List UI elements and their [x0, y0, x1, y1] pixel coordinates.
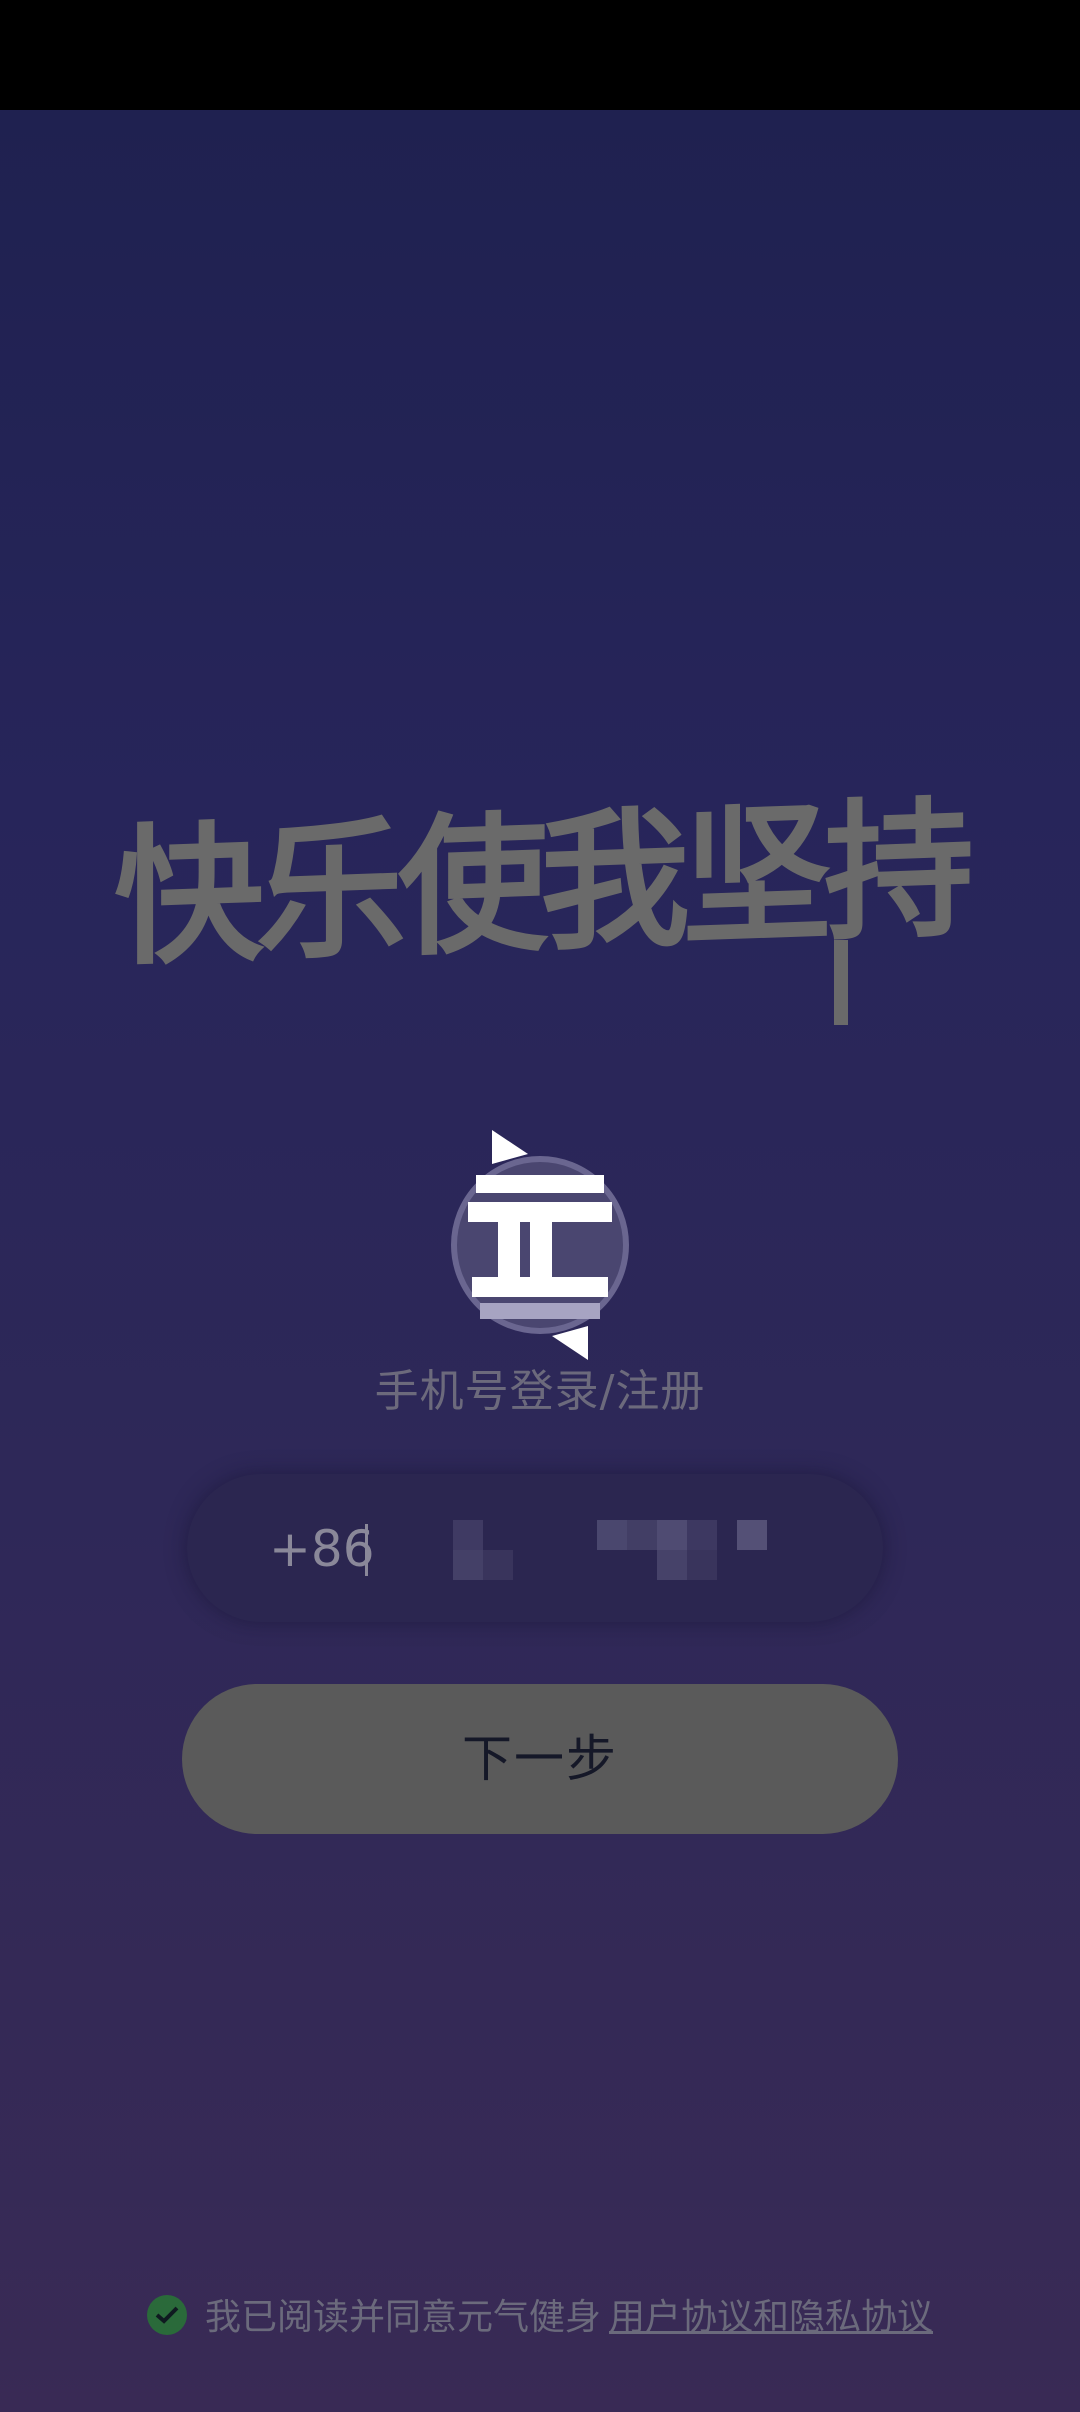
agreement-checkbox-icon[interactable]: [146, 2295, 187, 2335]
screen: 快乐使我坚持 手机号登录/注册 +86 下一步 我已阅读并同意元气健身 用户协议…: [0, 0, 1080, 2412]
agreement-row: 我已阅读并同意元气健身 用户协议和隐私协议: [0, 2288, 1080, 2340]
country-code[interactable]: +86: [269, 1520, 375, 1578]
next-step-button[interactable]: 下一步: [182, 1684, 898, 1834]
terms-privacy-link[interactable]: 用户协议和隐私协议: [609, 2297, 933, 2338]
yuanqi-logo-icon: [440, 1120, 640, 1370]
agreement-text: 我已阅读并同意元气健身: [204, 2297, 601, 2338]
text-caret: [365, 1524, 368, 1576]
slogan-stroke-decoration: [834, 940, 848, 1025]
slogan: 快乐使我坚持: [113, 783, 966, 987]
status-bar: [0, 0, 1080, 110]
login-title: 手机号登录/注册: [374, 1366, 706, 1417]
phone-number-field[interactable]: +86: [187, 1474, 883, 1622]
